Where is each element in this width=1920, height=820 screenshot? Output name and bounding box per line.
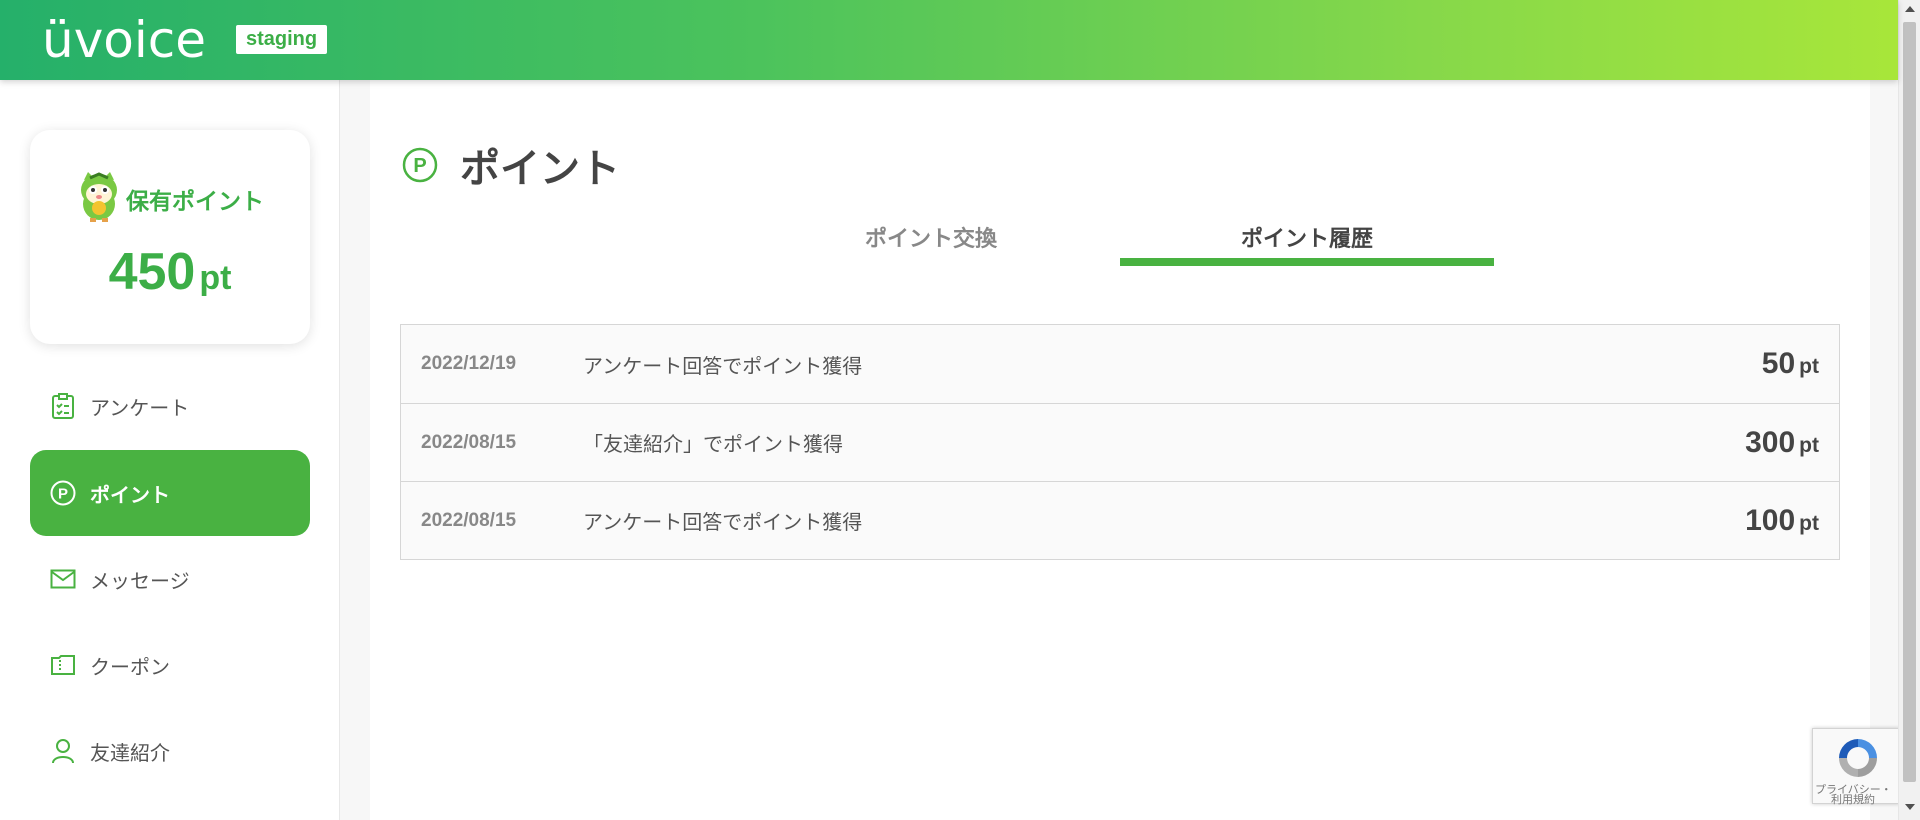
staging-badge: staging <box>236 25 328 54</box>
scroll-up-arrow-icon[interactable] <box>1905 6 1915 12</box>
point-p-icon: P <box>50 480 76 506</box>
history-amount-unit: pt <box>1799 511 1819 535</box>
history-description: アンケート回答でポイント獲得 <box>583 353 863 378</box>
points-balance-unit: pt <box>199 259 232 297</box>
history-row: 2022/12/19 アンケート回答でポイント獲得 50 pt <box>401 325 1839 403</box>
recaptcha-badge[interactable]: プライバシー・ 利用規約 <box>1812 728 1900 807</box>
history-description: アンケート回答でポイント獲得 <box>583 510 863 534</box>
sidebar: 保有ポイント 450 pt アンケート P ポイント メッセージ クーポン 友達紹… <box>0 80 340 820</box>
history-date: 2022/12/19 <box>421 353 517 374</box>
history-amount-value: 300 <box>1745 425 1796 459</box>
sidebar-item-survey[interactable]: アンケート <box>30 363 310 449</box>
mascot-icon <box>81 172 117 222</box>
point-p-icon: P <box>402 147 438 183</box>
page-header: P ポイント <box>402 136 620 194</box>
person-icon <box>50 738 76 764</box>
history-amount: 300 pt <box>1745 426 1819 460</box>
points-card-title: 保有ポイント <box>126 189 264 215</box>
coupon-ticket-icon <box>50 652 76 678</box>
history-amount: 50 pt <box>1762 347 1819 381</box>
point-history-list: 2022/12/19 アンケート回答でポイント獲得 50 pt 2022/08/1… <box>400 324 1840 560</box>
sidebar-item-label: クーポン <box>90 654 170 679</box>
sidebar-item-label: メッセージ <box>90 568 190 593</box>
history-description: 「友達紹介」でポイント獲得 <box>583 432 843 456</box>
history-amount: 100 pt <box>1745 504 1819 538</box>
history-amount-value: 100 <box>1745 503 1796 537</box>
page-title: ポイント <box>460 146 620 192</box>
tab-point-history[interactable]: ポイント履歴 <box>1120 220 1494 266</box>
history-amount-value: 50 <box>1761 347 1796 380</box>
sidebar-item-messages[interactable]: メッセージ <box>30 536 310 622</box>
main-content: P ポイント ポイント交換 ポイント履歴 2022/12/19 アンケート回答で… <box>370 80 1870 820</box>
sidebar-item-label: 友達紹介 <box>90 740 170 765</box>
history-date: 2022/08/15 <box>421 431 517 453</box>
clipboard-check-icon <box>50 393 76 419</box>
recaptcha-icon <box>1839 739 1877 777</box>
history-amount-unit: pt <box>1799 433 1819 457</box>
sidebar-item-label: ポイント <box>90 482 170 507</box>
history-row: 2022/08/15 アンケート回答でポイント獲得 100 pt <box>401 481 1839 559</box>
sidebar-item-coupons[interactable]: クーポン <box>30 622 310 708</box>
envelope-icon <box>50 566 76 592</box>
history-amount-unit: pt <box>1799 355 1819 378</box>
sidebar-item-points[interactable]: P ポイント <box>30 450 310 536</box>
uvoice-logo[interactable]: üvoice <box>42 10 206 70</box>
scrollbar-thumb[interactable] <box>1903 22 1916 782</box>
history-date: 2022/08/15 <box>421 509 517 531</box>
points-balance: 450 pt <box>30 242 310 302</box>
scroll-down-arrow-icon[interactable] <box>1905 804 1915 810</box>
history-row: 2022/08/15 「友達紹介」でポイント獲得 300 pt <box>401 403 1839 481</box>
svg-text:P: P <box>413 155 426 177</box>
recaptcha-terms-link[interactable]: 利用規約 <box>1831 791 1875 807</box>
sidebar-item-label: アンケート <box>90 395 190 420</box>
tab-point-exchange[interactable]: ポイント交換 <box>744 220 1118 266</box>
points-balance-card: 保有ポイント 450 pt <box>30 130 310 344</box>
top-header: üvoice staging <box>0 0 1898 80</box>
points-balance-value: 450 <box>108 243 196 301</box>
svg-text:P: P <box>58 486 68 503</box>
sidebar-item-referral[interactable]: 友達紹介 <box>30 708 310 794</box>
page-scrollbar[interactable] <box>1898 0 1920 820</box>
